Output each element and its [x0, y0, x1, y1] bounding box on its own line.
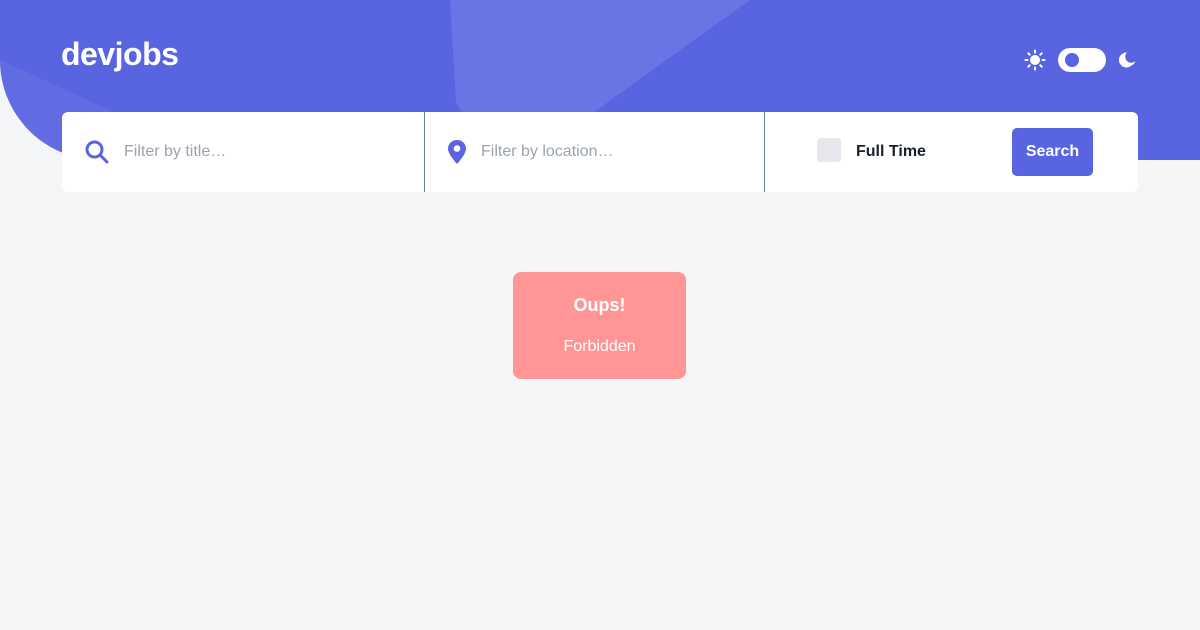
sun-icon — [1024, 49, 1046, 71]
location-pin-icon — [448, 140, 466, 164]
error-title: Oups! — [573, 295, 626, 315]
logo[interactable]: devjobs — [61, 34, 179, 74]
location-filter-input[interactable] — [481, 137, 741, 167]
theme-switch-knob — [1065, 53, 1079, 67]
error-card: Oups! Forbidden — [513, 272, 686, 379]
fulltime-filter: Full Time Search — [765, 112, 1138, 192]
theme-switch[interactable] — [1058, 48, 1106, 72]
title-filter — [62, 112, 425, 192]
error-message: Forbidden — [563, 338, 636, 355]
search-bar: Full Time Search — [62, 112, 1138, 192]
location-filter — [425, 112, 765, 192]
moon-icon — [1118, 52, 1136, 68]
title-filter-input[interactable] — [124, 137, 384, 167]
fulltime-label[interactable]: Full Time — [856, 142, 926, 162]
search-button[interactable]: Search — [1012, 128, 1093, 176]
search-icon — [85, 140, 109, 164]
fulltime-checkbox[interactable] — [817, 138, 841, 162]
theme-toggle — [1024, 46, 1138, 74]
